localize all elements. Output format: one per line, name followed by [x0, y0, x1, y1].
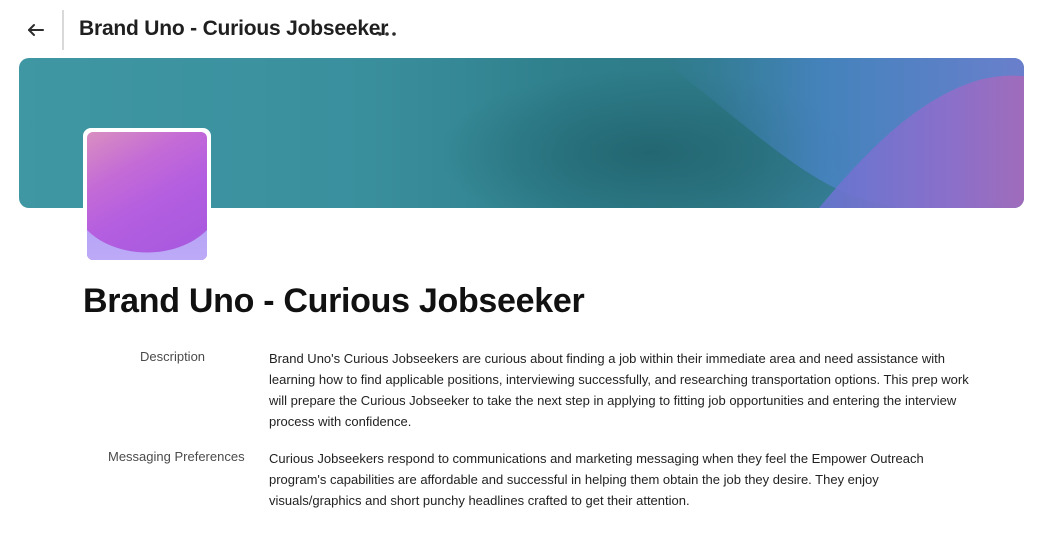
persona-avatar: [83, 128, 211, 262]
arrow-left-icon: [28, 24, 44, 36]
description-text: Brand Uno's Curious Jobseekers are curio…: [269, 351, 969, 429]
more-actions-button[interactable]: [375, 20, 399, 44]
header-divider: [62, 10, 64, 50]
more-horizontal-icon: [378, 32, 396, 36]
description-label: Description: [140, 349, 206, 364]
avatar-image: [87, 132, 207, 260]
header-title: Brand Uno - Curious Jobseeker: [79, 17, 389, 40]
page-title: Brand Uno - Curious Jobseeker: [83, 282, 585, 320]
messaging-preferences-label: Messaging Preferences: [108, 449, 245, 464]
back-button[interactable]: [22, 16, 50, 44]
messaging-preferences-text: Curious Jobseekers respond to communicat…: [269, 451, 924, 508]
top-bar: Brand Uno - Curious Jobseeker: [0, 0, 1044, 58]
